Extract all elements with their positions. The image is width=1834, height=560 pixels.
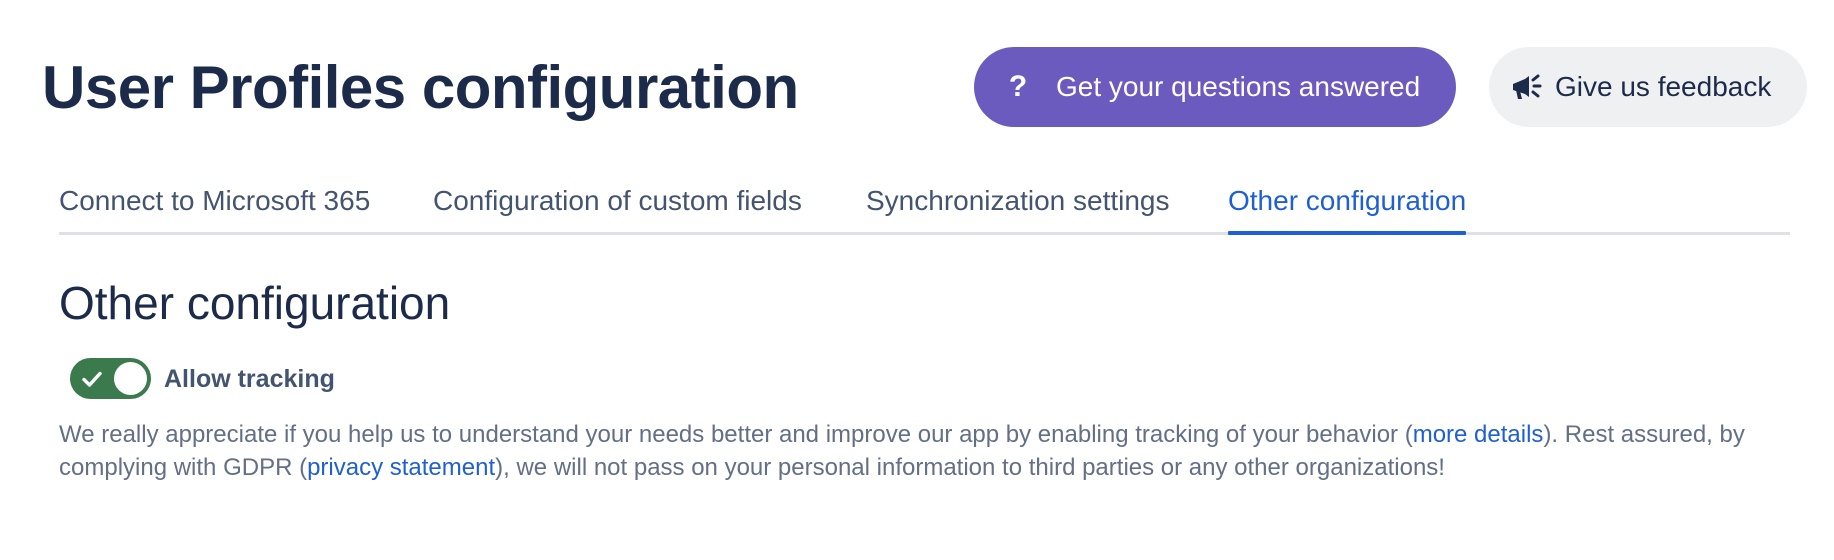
tracking-description: We really appreciate if you help us to u… — [59, 418, 1799, 484]
get-questions-answered-label: Get your questions answered — [1056, 71, 1421, 102]
get-questions-answered-button[interactable]: ? Get your questions answered — [974, 47, 1456, 127]
tab-connect-microsoft-365[interactable]: Connect to Microsoft 365 — [59, 180, 370, 232]
allow-tracking-label[interactable]: Allow tracking — [164, 364, 335, 394]
more-details-link[interactable]: more details — [1413, 421, 1544, 448]
question-icon: ? — [1008, 70, 1028, 103]
allow-tracking-toggle[interactable] — [70, 358, 151, 399]
give-feedback-label: Give us feedback — [1555, 71, 1772, 102]
toggle-knob — [114, 362, 147, 395]
page-title: User Profiles configuration — [42, 54, 799, 121]
tab-bar: Connect to Microsoft 365 Configuration o… — [59, 180, 1790, 235]
description-text-1: We really appreciate if you help us to u… — [59, 421, 1413, 448]
tab-synchronization-settings[interactable]: Synchronization settings — [866, 180, 1170, 232]
tab-custom-fields[interactable]: Configuration of custom fields — [433, 180, 802, 232]
check-icon — [82, 371, 102, 387]
give-feedback-button[interactable]: Give us feedback — [1489, 47, 1807, 127]
megaphone-icon — [1513, 74, 1542, 99]
description-text-3: ), we will not pass on your personal inf… — [495, 454, 1445, 481]
section-title: Other configuration — [59, 277, 451, 329]
privacy-statement-link[interactable]: privacy statement — [307, 454, 495, 481]
tab-other-configuration[interactable]: Other configuration — [1228, 180, 1467, 235]
